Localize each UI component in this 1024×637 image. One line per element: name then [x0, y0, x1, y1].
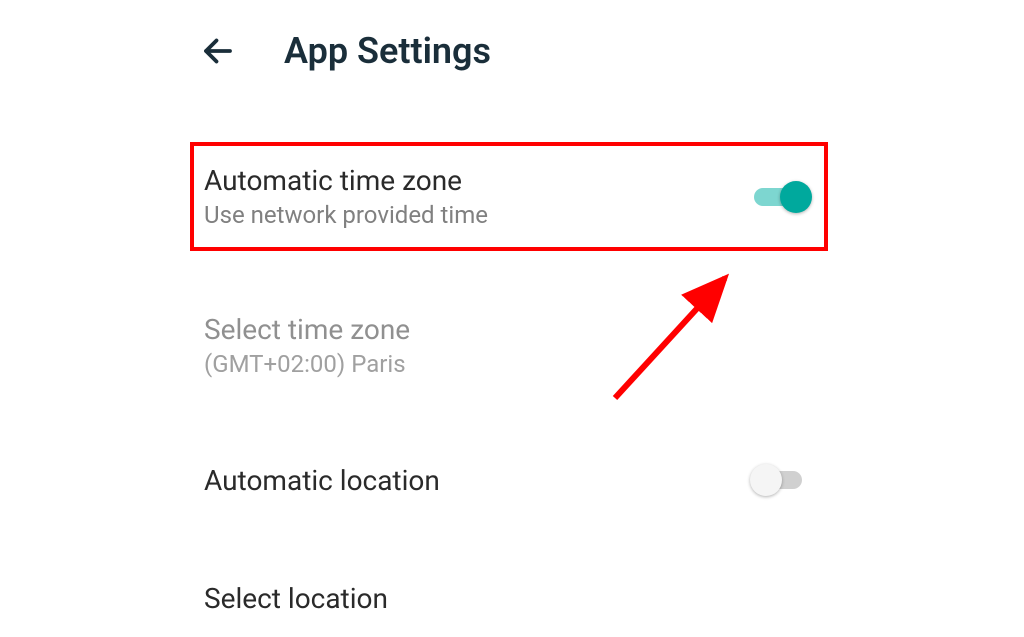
app-header: App Settings	[0, 0, 1024, 102]
setting-subtitle: Use network provided time	[204, 201, 488, 229]
spacer	[190, 251, 828, 291]
setting-title: Automatic time zone	[204, 164, 488, 197]
setting-title: Select location	[204, 582, 388, 615]
settings-list: Automatic time zone Use network provided…	[0, 102, 1024, 637]
setting-title: Select time zone	[204, 313, 410, 346]
toggle-thumb	[780, 181, 812, 213]
spacer	[190, 400, 828, 440]
setting-automatic-location[interactable]: Automatic location	[190, 440, 828, 520]
setting-select-location[interactable]: Select location	[190, 560, 828, 637]
spacer	[190, 520, 828, 560]
setting-subtitle: (GMT+02:00) Paris	[204, 350, 410, 378]
arrow-left-icon	[200, 33, 236, 69]
spacer	[190, 102, 828, 142]
setting-text-group: Automatic time zone Use network provided…	[204, 164, 488, 229]
toggle-thumb	[750, 464, 782, 496]
setting-select-timezone[interactable]: Select time zone (GMT+02:00) Paris	[190, 291, 828, 400]
back-button[interactable]	[200, 33, 236, 69]
page-title: App Settings	[284, 30, 491, 72]
toggle-automatic-location[interactable]	[754, 462, 812, 498]
setting-automatic-timezone[interactable]: Automatic time zone Use network provided…	[190, 142, 828, 251]
setting-text-group: Select location	[204, 582, 388, 615]
setting-title: Automatic location	[204, 464, 440, 497]
setting-text-group: Automatic location	[204, 464, 440, 497]
setting-text-group: Select time zone (GMT+02:00) Paris	[204, 313, 410, 378]
toggle-automatic-timezone[interactable]	[754, 179, 812, 215]
